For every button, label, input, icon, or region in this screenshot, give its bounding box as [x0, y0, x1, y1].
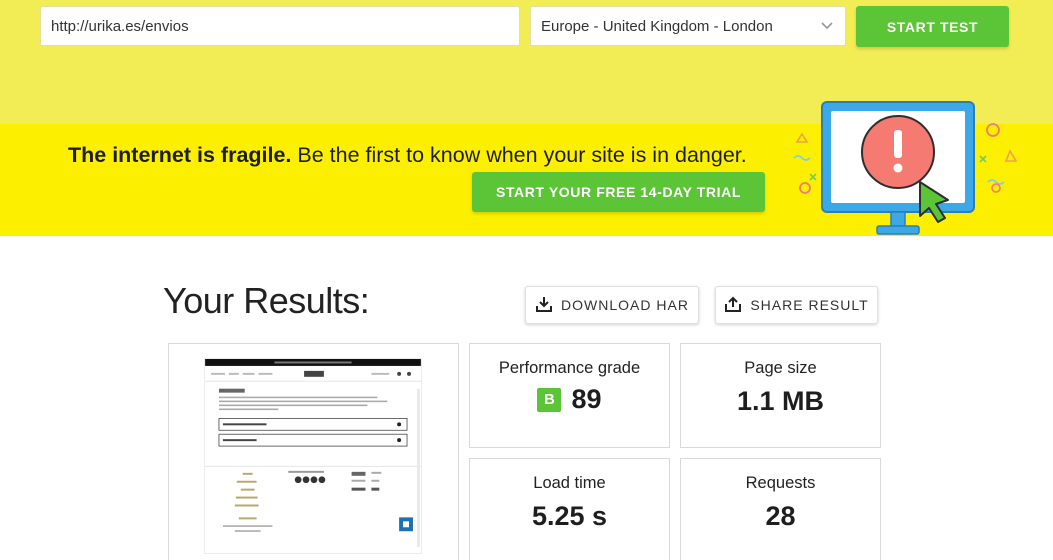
promo-headline-rest: Be the first to know when your site is i… [291, 143, 747, 167]
performance-grade-card: Performance grade B 89 [469, 343, 670, 448]
requests-card: Requests 28 [680, 458, 881, 560]
share-result-button[interactable]: SHARE RESULT [715, 286, 878, 324]
start-test-button[interactable]: START TEST [856, 6, 1009, 47]
chevron-down-icon [819, 18, 835, 34]
download-har-label: DOWNLOAD HAR [561, 297, 689, 313]
promo-headline-bold: The internet is fragile. [68, 143, 292, 167]
share-result-label: SHARE RESULT [750, 297, 869, 313]
alert-icon [861, 115, 935, 189]
page-screenshot-card [168, 343, 459, 560]
grade-badge: B [537, 387, 562, 412]
page-screenshot-thumbnail [204, 358, 422, 554]
load-time-label: Load time [533, 474, 606, 492]
results-title: Your Results: [163, 280, 370, 321]
performance-score: 89 [571, 384, 602, 414]
page-size-value: 1.1 MB [736, 386, 825, 416]
performance-grade-label: Performance grade [498, 359, 641, 377]
requests-label: Requests [745, 474, 816, 492]
share-icon [724, 295, 742, 316]
load-time-card: Load time 5.25 s [469, 458, 670, 560]
page-size-label: Page size [744, 359, 817, 377]
requests-value: 28 [765, 501, 796, 531]
region-select[interactable]: Europe - United Kingdom - London [530, 6, 846, 46]
download-har-button[interactable]: DOWNLOAD HAR [525, 286, 699, 324]
load-time-value: 5.25 s [531, 501, 608, 531]
region-select-value: Europe - United Kingdom - London [541, 17, 773, 35]
monitor-alert-illustration [793, 101, 1018, 235]
promo-headline: The internet is fragile. Be the first to… [68, 143, 747, 168]
url-input[interactable] [40, 6, 520, 46]
page-size-card: Page size 1.1 MB [680, 343, 881, 448]
free-trial-button[interactable]: START YOUR FREE 14-DAY TRIAL [472, 172, 765, 212]
download-icon [535, 295, 553, 316]
